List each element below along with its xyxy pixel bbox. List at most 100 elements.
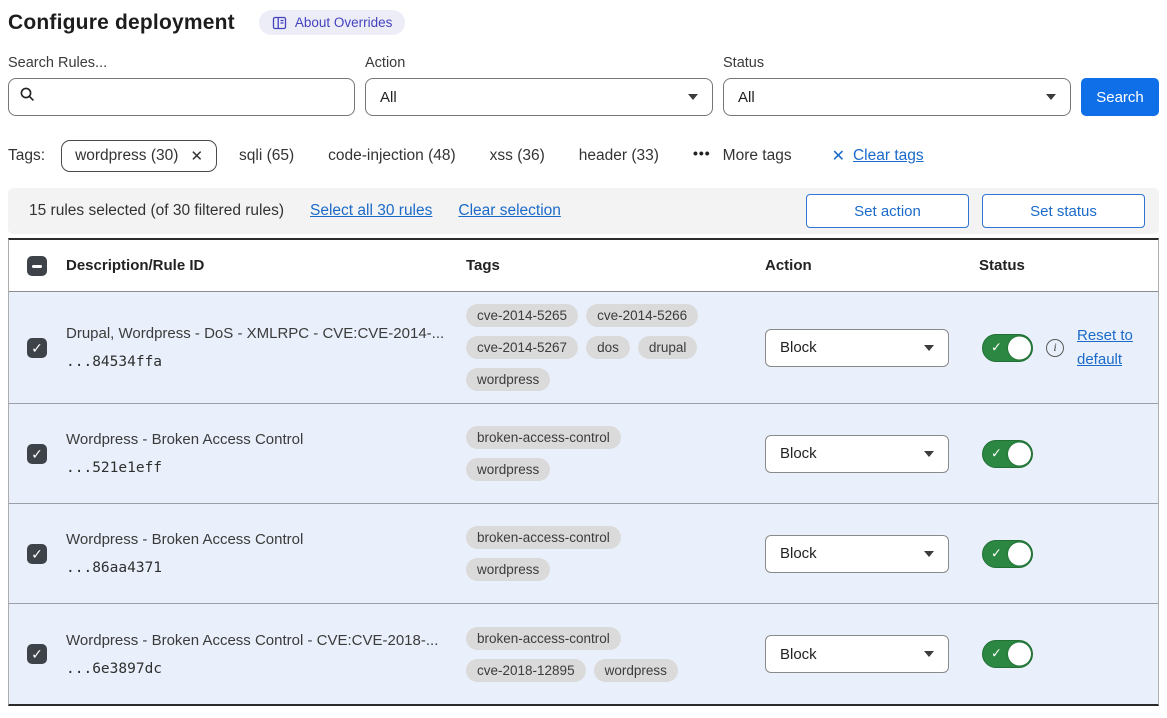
- tag-pill: broken-access-control: [466, 526, 621, 549]
- clear-tags-link[interactable]: ✕ Clear tags: [832, 146, 924, 166]
- search-rules-label: Search Rules...: [8, 55, 355, 71]
- tag-filter[interactable]: sqli (65): [239, 147, 294, 164]
- action-select[interactable]: Block: [765, 329, 949, 367]
- status-filter-select[interactable]: All: [723, 78, 1071, 116]
- action-select-value: Block: [780, 646, 817, 663]
- action-select[interactable]: Block: [765, 435, 949, 473]
- tag-pill: wordpress: [594, 659, 678, 682]
- search-icon: [19, 86, 36, 108]
- row-checkbox[interactable]: ✓: [27, 338, 47, 358]
- status-toggle[interactable]: ✓: [982, 440, 1033, 468]
- rule-description: Wordpress - Broken Access Control - CVE:…: [66, 632, 457, 649]
- tag-pill: cve-2014-5267: [466, 336, 578, 359]
- row-checkbox[interactable]: ✓: [27, 544, 47, 564]
- set-action-button[interactable]: Set action: [806, 194, 969, 228]
- row-checkbox[interactable]: ✓: [27, 644, 47, 664]
- ellipsis-icon: •••: [693, 145, 711, 161]
- rules-table: Description/Rule ID Tags Action Status ✓…: [8, 238, 1159, 706]
- search-input-box[interactable]: [8, 78, 355, 116]
- rule-description: Drupal, Wordpress - DoS - XMLRPC - CVE:C…: [66, 325, 457, 342]
- tags-label: Tags:: [8, 147, 45, 165]
- caret-down-icon: [688, 94, 698, 100]
- tag-pill: wordpress: [466, 558, 550, 581]
- table-header: Description/Rule ID Tags Action Status: [9, 240, 1158, 292]
- caret-down-icon: [924, 345, 934, 351]
- tag-pill: broken-access-control: [466, 426, 621, 449]
- clear-selection-link[interactable]: Clear selection: [458, 202, 561, 220]
- checkmark-icon: ✓: [31, 447, 43, 461]
- rule-tags: broken-access-control wordpress: [457, 526, 707, 581]
- search-rules-field: Search Rules...: [8, 55, 355, 116]
- status-toggle[interactable]: ✓: [982, 334, 1033, 362]
- remove-tag-x-icon[interactable]: ✕: [190, 149, 203, 164]
- row-checkbox[interactable]: ✓: [27, 444, 47, 464]
- status-filter-label: Status: [723, 55, 1071, 71]
- checkmark-icon: ✓: [991, 545, 1002, 561]
- search-rules-input[interactable]: [44, 89, 344, 106]
- toggle-knob: [1008, 442, 1031, 465]
- tag-pill: cve-2018-12895: [466, 659, 586, 682]
- checkmark-icon: ✓: [991, 646, 1002, 662]
- rule-id: ...521e1eff: [66, 460, 457, 476]
- select-all-rules-link[interactable]: Select all 30 rules: [310, 202, 432, 220]
- tag-pill: drupal: [638, 336, 698, 359]
- tag-filter[interactable]: xss (36): [490, 147, 545, 164]
- action-filter-select[interactable]: All: [365, 78, 713, 116]
- more-tags-button[interactable]: ••• More tags: [693, 147, 792, 165]
- action-select[interactable]: Block: [765, 535, 949, 573]
- about-overrides-label: About Overrides: [295, 15, 393, 30]
- status-filter-value: All: [738, 89, 755, 106]
- tag-filter[interactable]: header (33): [579, 147, 659, 164]
- toggle-knob: [1008, 643, 1031, 666]
- table-row: ✓ Wordpress - Broken Access Control ...8…: [9, 504, 1158, 604]
- page-header: Configure deployment About Overrides: [8, 10, 1159, 35]
- action-select[interactable]: Block: [765, 635, 949, 673]
- checkmark-icon: ✓: [991, 339, 1002, 355]
- action-filter-label: Action: [365, 55, 713, 71]
- configure-deployment-page: Configure deployment About Overrides Sea…: [0, 0, 1167, 706]
- set-status-button[interactable]: Set status: [982, 194, 1145, 228]
- selected-tag-chip[interactable]: wordpress (30) ✕: [61, 140, 217, 172]
- tag-pill: cve-2014-5266: [586, 304, 698, 327]
- rule-tags: broken-access-control wordpress: [457, 426, 707, 481]
- minus-icon: [32, 265, 42, 268]
- rule-id: ...84534ffa: [66, 354, 457, 370]
- action-filter-field: Action All: [365, 55, 713, 116]
- about-overrides-badge[interactable]: About Overrides: [259, 10, 406, 35]
- tag-pill: cve-2014-5265: [466, 304, 578, 327]
- x-icon: ✕: [832, 146, 845, 166]
- rule-description: Wordpress - Broken Access Control: [66, 531, 457, 548]
- more-tags-label: More tags: [723, 147, 792, 165]
- column-header-action: Action: [757, 257, 962, 274]
- column-header-status: Status: [962, 257, 1158, 274]
- tag-pill: broken-access-control: [466, 627, 621, 650]
- action-filter-value: All: [380, 89, 397, 106]
- reset-to-default-link[interactable]: Reset to default: [1077, 324, 1139, 372]
- status-filter-field: Status All: [723, 55, 1071, 116]
- checkmark-icon: ✓: [31, 341, 43, 355]
- column-header-tags: Tags: [457, 257, 757, 274]
- table-row: ✓ Wordpress - Broken Access Control - CV…: [9, 604, 1158, 704]
- tag-pill: wordpress: [466, 458, 550, 481]
- rule-description: Wordpress - Broken Access Control: [66, 431, 457, 448]
- checkmark-icon: ✓: [991, 445, 1002, 461]
- book-icon: [272, 16, 287, 30]
- checkmark-icon: ✓: [31, 647, 43, 661]
- checkmark-icon: ✓: [31, 547, 43, 561]
- filter-bar: Search Rules... Action All Status: [8, 55, 1159, 116]
- action-select-value: Block: [780, 545, 817, 562]
- rule-tags: broken-access-control cve-2018-12895 wordp…: [457, 627, 707, 682]
- tag-pill: wordpress: [466, 368, 550, 391]
- table-body: ✓ Drupal, Wordpress - DoS - XMLRPC - CVE…: [9, 292, 1158, 704]
- select-all-checkbox[interactable]: [27, 256, 47, 276]
- table-row: ✓ Drupal, Wordpress - DoS - XMLRPC - CVE…: [9, 292, 1158, 404]
- status-toggle[interactable]: ✓: [982, 540, 1033, 568]
- selection-summary: 15 rules selected (of 30 filtered rules): [29, 202, 284, 220]
- tag-filter[interactable]: code-injection (48): [328, 147, 456, 164]
- search-button[interactable]: Search: [1081, 78, 1159, 116]
- tags-bar: Tags: wordpress (30) ✕ sqli (65) code-inj…: [8, 140, 1159, 172]
- caret-down-icon: [924, 551, 934, 557]
- caret-down-icon: [1046, 94, 1056, 100]
- status-toggle[interactable]: ✓: [982, 640, 1033, 668]
- info-icon[interactable]: i: [1046, 339, 1064, 357]
